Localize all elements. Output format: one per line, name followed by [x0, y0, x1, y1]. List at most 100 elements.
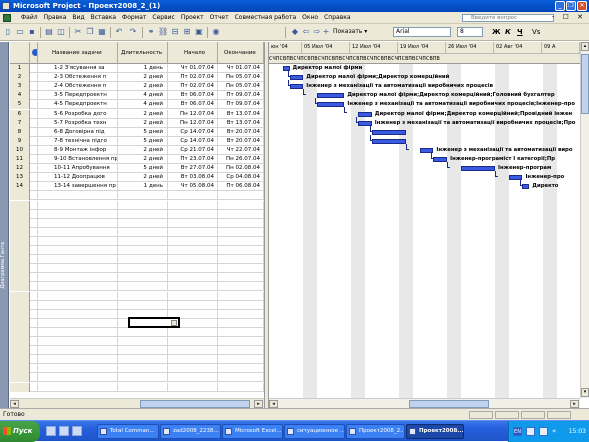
show-outline-button[interactable]: Показать ▾ — [333, 27, 367, 37]
duration-cell[interactable]: 2 дней — [118, 145, 168, 155]
row-number[interactable] — [10, 364, 30, 374]
finish-cell[interactable] — [218, 200, 264, 210]
table-row[interactable]: 12 10-11 Апробування 5 дней Вт 27.07.04 Пн 0… — [10, 164, 264, 174]
vscroll-thumb[interactable] — [581, 54, 589, 114]
task-name-cell[interactable] — [38, 282, 118, 292]
gantt-bar[interactable] — [371, 138, 406, 144]
finish-cell[interactable] — [218, 218, 264, 228]
start-cell[interactable]: Чт 01.07.04 — [168, 64, 218, 73]
start-cell[interactable] — [168, 327, 218, 337]
table-row[interactable] — [10, 364, 264, 374]
duration-cell[interactable]: 5 дней — [118, 164, 168, 174]
add-icon[interactable]: + — [321, 27, 331, 37]
hyperlink-icon[interactable]: ⚭ — [146, 27, 156, 37]
menu-item-7[interactable]: Отчет — [207, 12, 232, 24]
paste-icon[interactable]: ▦ — [97, 27, 107, 37]
unlink-tasks-icon[interactable]: ⊟ — [170, 27, 180, 37]
task-name-cell[interactable]: 10-11 Апробування — [38, 164, 118, 174]
duration-cell[interactable] — [118, 218, 168, 228]
split-task-icon[interactable]: ⊞ — [182, 27, 192, 37]
finish-cell[interactable]: Пн 02.08.04 — [218, 164, 264, 174]
row-number[interactable] — [10, 273, 30, 283]
table-row[interactable] — [10, 337, 264, 347]
table-row[interactable] — [10, 382, 264, 392]
task-name-cell[interactable] — [38, 364, 118, 374]
taskbar-window-button[interactable]: ситуационное ... — [284, 424, 345, 439]
finish-cell[interactable] — [218, 255, 264, 265]
copy-icon[interactable]: ❐ — [85, 27, 95, 37]
duration-cell[interactable]: 2 дней — [118, 155, 168, 164]
start-cell[interactable] — [168, 373, 218, 383]
assign-resources-icon[interactable]: ◉ — [211, 27, 221, 37]
duration-cell[interactable] — [118, 200, 168, 210]
table-row[interactable] — [10, 273, 264, 283]
row-number[interactable]: 10 — [10, 145, 30, 155]
row-number[interactable]: 11 — [10, 155, 30, 164]
row-number[interactable] — [10, 300, 30, 310]
row-number[interactable] — [10, 327, 30, 337]
open-icon[interactable]: ▭ — [15, 27, 25, 37]
task-name-cell[interactable] — [38, 355, 118, 365]
table-row[interactable] — [10, 282, 264, 292]
row-number[interactable]: 9 — [10, 136, 30, 146]
menu-item-8[interactable]: Совместная работа — [232, 12, 300, 24]
col-start-header[interactable]: Начало — [168, 42, 218, 64]
row-number[interactable] — [10, 282, 30, 292]
finish-cell[interactable] — [218, 282, 264, 292]
menu-item-6[interactable]: Проект — [178, 12, 207, 24]
duration-cell[interactable] — [118, 291, 168, 301]
start-cell[interactable] — [168, 382, 218, 392]
cut-icon[interactable]: ✂ — [73, 27, 83, 37]
table-row[interactable]: 7 5-7 Розробка техн 2 дней Пн 12.07.04 Вт 13… — [10, 118, 264, 128]
finish-cell[interactable] — [218, 364, 264, 374]
start-cell[interactable] — [168, 282, 218, 292]
start-cell[interactable] — [168, 246, 218, 255]
taskbar-window-button[interactable]: Проект2008... — [406, 424, 464, 439]
taskbar-window-button[interactable]: Microsoft Excel... — [222, 424, 283, 439]
menu-item-4[interactable]: Формат — [119, 12, 149, 24]
task-name-cell[interactable]: 5-6 Розробка дого — [38, 109, 118, 119]
finish-cell[interactable]: Пт 09.07.04 — [218, 100, 264, 110]
taskbar-window-button[interactable]: zad2008_2238... — [160, 424, 221, 439]
select-all-corner[interactable] — [10, 42, 30, 64]
menu-item-1[interactable]: Правка — [41, 12, 70, 24]
scroll-left-arrow-icon[interactable]: ◂ — [10, 400, 19, 408]
duration-cell[interactable] — [118, 209, 168, 219]
start-cell[interactable]: Вт 27.07.04 — [168, 164, 218, 174]
chart-scroll-thumb[interactable] — [409, 400, 489, 408]
start-cell[interactable]: Чт 05.08.04 — [168, 182, 218, 192]
row-number[interactable] — [10, 309, 30, 319]
underline-button[interactable]: Ч — [517, 27, 523, 37]
tray-expand-icon[interactable]: « — [552, 427, 561, 436]
maximize-button[interactable]: ❐ — [566, 1, 576, 11]
table-row[interactable] — [10, 346, 264, 356]
duration-cell[interactable] — [118, 337, 168, 346]
italic-button[interactable]: К — [505, 27, 511, 37]
table-row[interactable]: 3 2-4 Обстеження п2 дней Пт 02.07.04 Пн 05.… — [10, 82, 264, 92]
start-cell[interactable]: Пн 12.07.04 — [168, 109, 218, 119]
active-cell-editor[interactable] — [128, 317, 180, 328]
task-name-cell[interactable]: 13-14 завершення пр — [38, 182, 118, 192]
task-name-cell[interactable] — [38, 191, 118, 201]
row-number[interactable]: 2 — [10, 73, 30, 83]
finish-cell[interactable]: Вт 20.07.04 — [218, 136, 264, 146]
row-number[interactable]: 12 — [10, 164, 30, 174]
link-tasks-icon[interactable]: ⛓ — [158, 27, 168, 37]
finish-cell[interactable]: Вт 13.07.04 — [218, 109, 264, 119]
table-row[interactable] — [10, 218, 264, 228]
task-name-cell[interactable]: 11-12 Доопрацюв — [38, 173, 118, 183]
duration-cell[interactable]: 1 день — [118, 182, 168, 192]
row-number[interactable] — [10, 373, 30, 383]
finish-cell[interactable] — [218, 264, 264, 274]
language-indicator[interactable]: EN — [513, 427, 522, 436]
table-row[interactable] — [10, 209, 264, 219]
task-name-cell[interactable] — [38, 227, 118, 237]
row-number[interactable] — [10, 209, 30, 219]
duration-cell[interactable] — [118, 373, 168, 383]
row-number[interactable]: 8 — [10, 127, 30, 137]
row-number[interactable] — [10, 291, 30, 301]
duration-cell[interactable]: 2 дней — [118, 73, 168, 83]
row-number[interactable]: 14 — [10, 182, 30, 192]
start-cell[interactable] — [168, 236, 218, 246]
task-name-cell[interactable]: 2-4 Обстеження п — [38, 82, 118, 92]
